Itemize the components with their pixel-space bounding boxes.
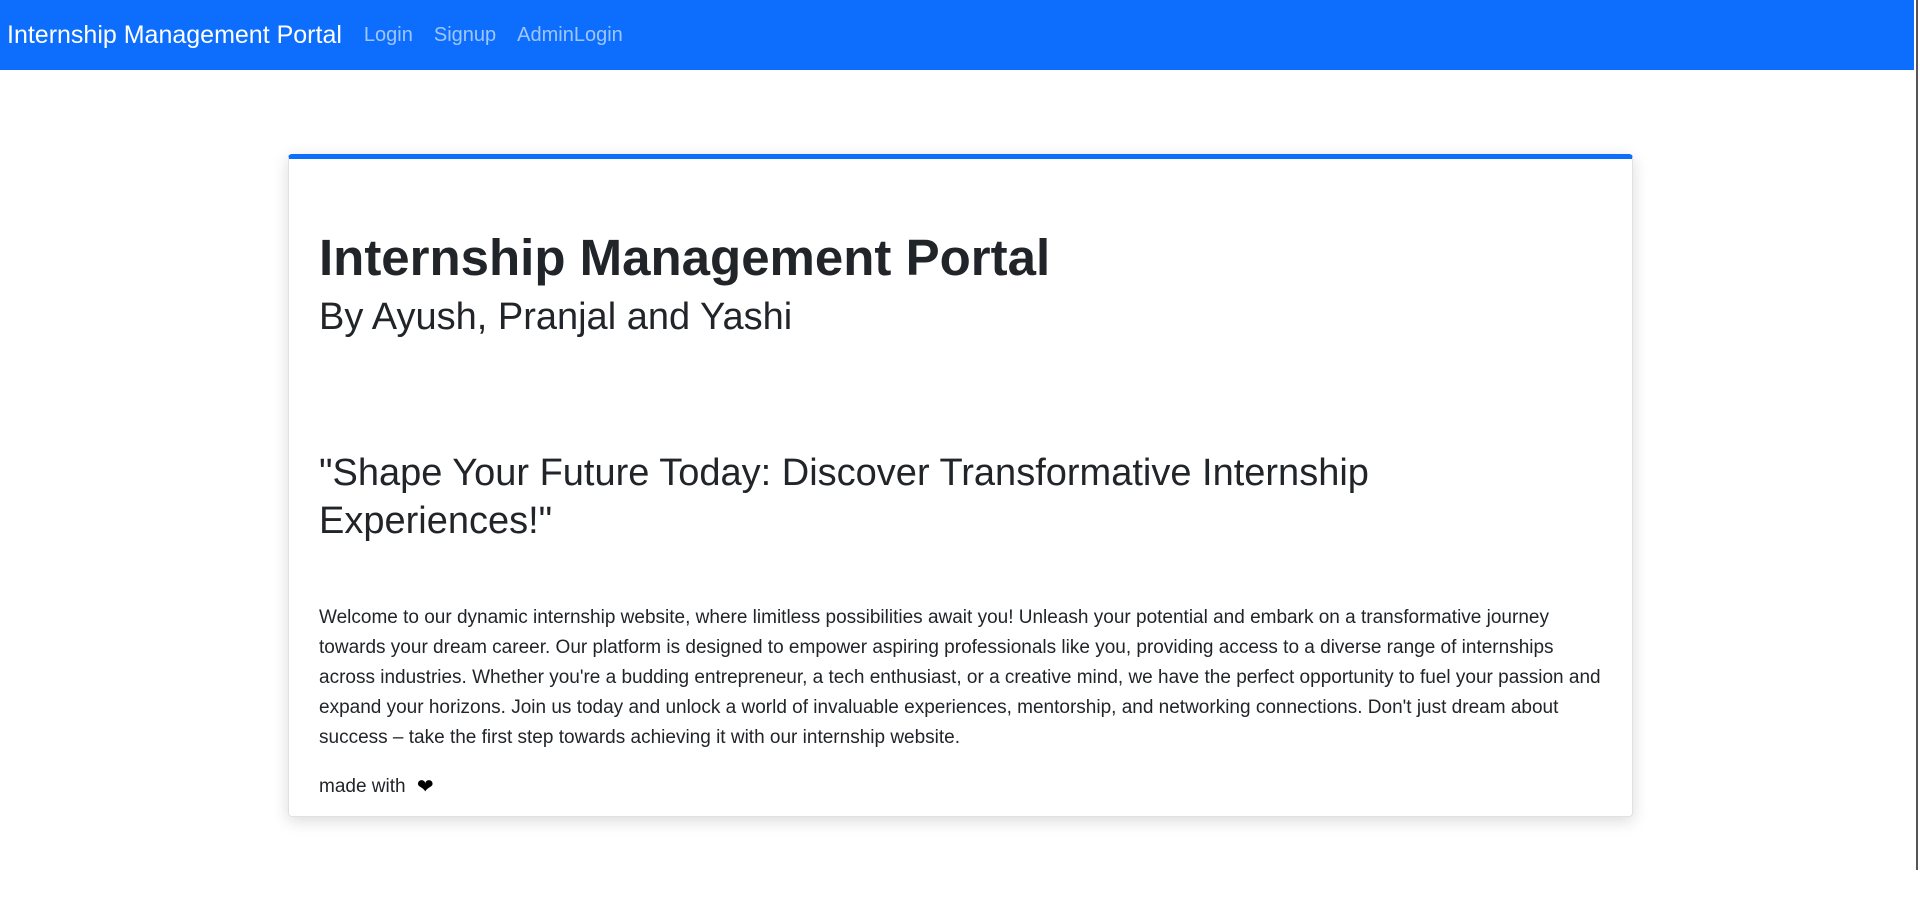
made-with-note: made with ❤ [319, 773, 434, 801]
welcome-paragraph: Welcome to our dynamic internship websit… [319, 607, 1601, 748]
hero-card: Internship Management Portal By Ayush, P… [288, 154, 1633, 817]
heart-icon: ❤ [416, 776, 434, 798]
nav-link-signup[interactable]: Signup [434, 24, 496, 47]
top-navbar: Internship Management Portal Login Signu… [0, 0, 1920, 70]
authors-subtitle: By Ayush, Pranjal and Yashi [319, 296, 793, 338]
tagline-heading: "Shape Your Future Today: Discover Trans… [319, 452, 1369, 542]
nav-link-login[interactable]: Login [364, 24, 413, 47]
scrollbar-thumb[interactable] [1916, 0, 1918, 870]
made-with-text: made with [319, 776, 406, 797]
nav-link-admin-login[interactable]: AdminLogin [517, 24, 623, 47]
navbar-brand[interactable]: Internship Management Portal [7, 21, 342, 50]
page-title: Internship Management Portal [319, 229, 1051, 286]
